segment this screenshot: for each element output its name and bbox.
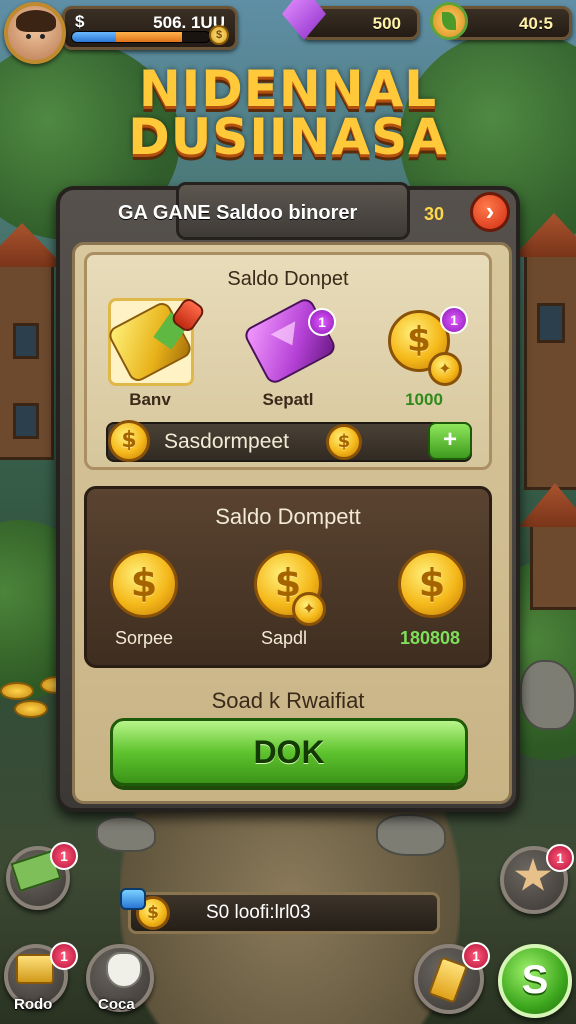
ok-button[interactable]: DOK (110, 718, 468, 786)
coin-icon: $ (209, 25, 229, 45)
player-avatar[interactable] (4, 2, 66, 64)
rock (96, 816, 156, 852)
balance-label: Sasdormpeet (164, 430, 289, 453)
item-label-2: Sepatl (262, 390, 314, 409)
footer-label: Soad k Rwaifiat (211, 688, 365, 713)
coin-icon-small: ✦ (428, 352, 462, 386)
bottom-status-text: S0 loofi:lrl03 (206, 902, 311, 923)
coin-icon: $ (326, 424, 362, 460)
item-label-3: 1000 (405, 390, 443, 409)
leaf-coin-icon (430, 2, 468, 40)
coin-icon-small: ✦ (292, 592, 326, 626)
coin-icon[interactable]: $ (398, 550, 466, 618)
coin-pile (0, 682, 34, 700)
progress-fill-orange (116, 32, 183, 42)
gold-button-badge: 1 (50, 942, 78, 970)
coin-icon[interactable]: $ (110, 550, 178, 618)
item-2-badge: 1 (308, 308, 336, 336)
bag-button-label: Coca (98, 996, 135, 1013)
rewards-badge: 1 (546, 844, 574, 872)
xp-progress-bar (71, 31, 211, 43)
gold-stack-icon (16, 954, 54, 984)
gems-value: 500 (372, 14, 401, 33)
wallet-balance-row (106, 422, 472, 462)
rock (520, 660, 576, 730)
game-title-line2: DUSIINASA (128, 108, 448, 166)
next-button[interactable]: › (470, 192, 510, 232)
currency-symbol: $ (75, 12, 85, 31)
dialog-title: GA GANE Saldoo binorer (118, 202, 358, 224)
item-label-1: Banv (129, 390, 171, 409)
blue-gem-icon (120, 888, 146, 910)
shop-button[interactable]: S (498, 944, 572, 1018)
dialog-header-count: 30 (424, 204, 445, 224)
cash-shop-badge: 1 (50, 842, 78, 870)
coin-icon: $ (108, 420, 150, 462)
card2-item-label-3: 180808 (399, 628, 461, 648)
rock (376, 814, 446, 856)
balance-hud[interactable]: $ 506. 1UU $ (62, 6, 238, 50)
right-shed (519, 483, 576, 610)
gold-button-label: Rodo (14, 996, 53, 1013)
right-house (513, 213, 576, 490)
energy-value: 40:5 (518, 14, 553, 33)
coin-pile (14, 700, 48, 718)
card1-title: Saldo Donpet (227, 268, 349, 290)
card2-title: Saldo Dompett (215, 504, 361, 529)
left-house (0, 223, 65, 460)
item-3-badge: 1 (440, 306, 468, 334)
card2-item-label-2: Sapdl (260, 628, 308, 648)
progress-fill-blue (72, 32, 117, 42)
ticket-badge: 1 (462, 942, 490, 970)
card2-item-label-1: Sorpee (114, 628, 174, 648)
add-balance-button[interactable]: + (428, 422, 472, 460)
bag-icon (106, 952, 142, 988)
